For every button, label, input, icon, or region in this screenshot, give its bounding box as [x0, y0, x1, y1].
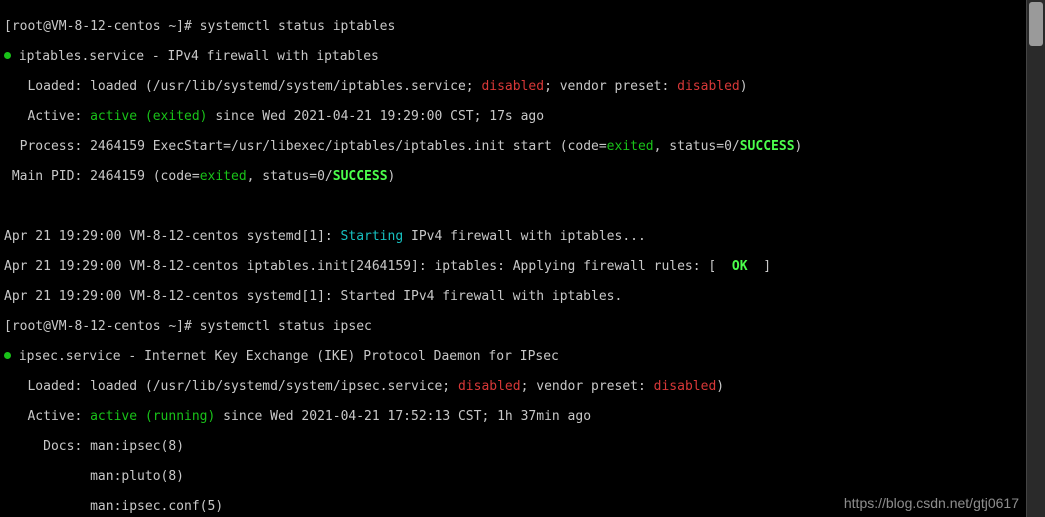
- process-status: SUCCESS: [740, 139, 795, 154]
- main-pid-line: Main PID: 2464159 (code=exited, status=0…: [4, 169, 1025, 184]
- label-process: Process:: [20, 139, 83, 154]
- docs-entry: man:pluto(8): [90, 469, 184, 484]
- docs-entry: man:ipsec.conf(5): [90, 499, 223, 514]
- label-loaded: Loaded:: [27, 79, 82, 94]
- unit-desc: Internet Key Exchange (IKE) Protocol Dae…: [144, 349, 559, 364]
- docs-line: Docs: man:ipsec(8): [4, 439, 1025, 454]
- active-since: since Wed 2021-04-21 17:52:13 CST; 1h 37…: [215, 409, 591, 424]
- unit-header-iptables: iptables.service - IPv4 firewall with ip…: [4, 49, 1025, 64]
- blank-line: [4, 199, 1025, 214]
- unit-name: iptables.service: [19, 49, 144, 64]
- prompt-line-2: [root@VM-8-12-centos ~]# systemctl statu…: [4, 319, 1025, 334]
- ok-status: OK: [732, 259, 748, 274]
- status-dot-icon: [4, 352, 11, 359]
- status-dot-icon: [4, 52, 11, 59]
- loaded-line: Loaded: loaded (/usr/lib/systemd/system/…: [4, 379, 1025, 394]
- log-line: Apr 21 19:29:00 VM-8-12-centos systemd[1…: [4, 289, 1025, 304]
- unit-header-ipsec: ipsec.service - Internet Key Exchange (I…: [4, 349, 1025, 364]
- active-state: active (running): [90, 409, 215, 424]
- main-pid-status: SUCCESS: [333, 169, 388, 184]
- active-state: active (exited): [90, 109, 207, 124]
- command-1: systemctl status iptables: [200, 19, 396, 34]
- shell-prompt: [root@VM-8-12-centos ~]#: [4, 19, 192, 34]
- process-line: Process: 2464159 ExecStart=/usr/libexec/…: [4, 139, 1025, 154]
- label-main-pid: Main PID:: [12, 169, 82, 184]
- docs-line: man:pluto(8): [4, 469, 1025, 484]
- command-2: systemctl status ipsec: [200, 319, 372, 334]
- loaded-state: disabled: [481, 79, 544, 94]
- label-docs: Docs:: [43, 439, 82, 454]
- vendor-preset: disabled: [654, 379, 717, 394]
- label-active: Active:: [27, 409, 82, 424]
- starting-word: Starting: [341, 229, 404, 244]
- scrollbar-thumb[interactable]: [1029, 2, 1043, 46]
- active-since: since Wed 2021-04-21 19:29:00 CST; 17s a…: [208, 109, 545, 124]
- active-line: Active: active (exited) since Wed 2021-0…: [4, 109, 1025, 124]
- shell-prompt: [root@VM-8-12-centos ~]#: [4, 319, 192, 334]
- terminal-output[interactable]: [root@VM-8-12-centos ~]# systemctl statu…: [0, 0, 1025, 517]
- loaded-state: disabled: [458, 379, 521, 394]
- label-active: Active:: [27, 109, 82, 124]
- prompt-line-1: [root@VM-8-12-centos ~]# systemctl statu…: [4, 19, 1025, 34]
- log-line: Apr 21 19:29:00 VM-8-12-centos iptables.…: [4, 259, 1025, 274]
- label-loaded: Loaded:: [27, 379, 82, 394]
- vertical-scrollbar[interactable]: [1026, 0, 1045, 517]
- unit-desc: IPv4 firewall with iptables: [168, 49, 379, 64]
- vendor-preset: disabled: [677, 79, 740, 94]
- docs-line: man:ipsec.conf(5): [4, 499, 1025, 514]
- loaded-line: Loaded: loaded (/usr/lib/systemd/system/…: [4, 79, 1025, 94]
- docs-entry: man:ipsec(8): [90, 439, 184, 454]
- active-line: Active: active (running) since Wed 2021-…: [4, 409, 1025, 424]
- unit-name: ipsec.service: [19, 349, 121, 364]
- log-line: Apr 21 19:29:00 VM-8-12-centos systemd[1…: [4, 229, 1025, 244]
